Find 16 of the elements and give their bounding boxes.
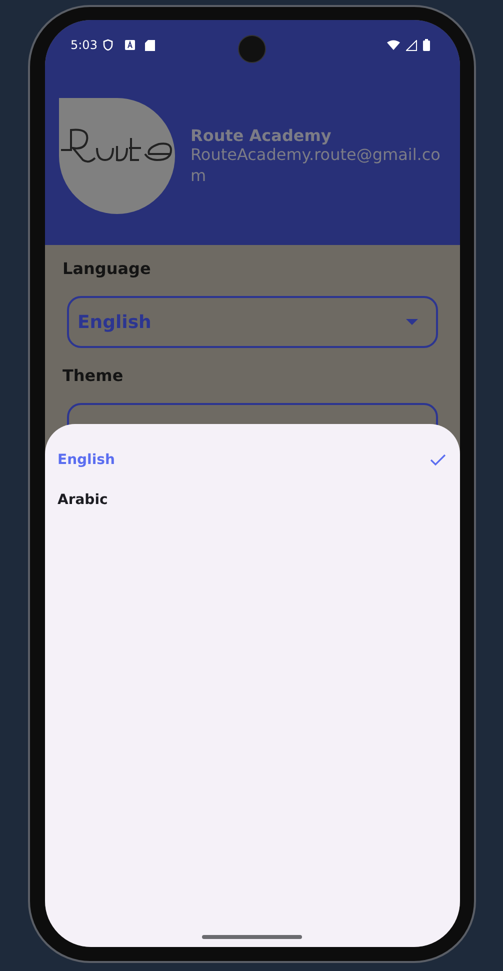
setting-label: Language — [62, 259, 152, 278]
profile-email: RouteAcademy.route@gmail.com — [190, 144, 440, 186]
sd-card-icon — [145, 40, 156, 50]
wifi-icon — [386, 40, 400, 50]
caret-icon — [406, 319, 418, 325]
dropdown[interactable]: English — [66, 296, 438, 348]
battery-icon — [422, 39, 430, 51]
check-icon — [430, 454, 446, 466]
option-item[interactable]: Arabic — [44, 480, 460, 520]
profile-name: Route Academy — [190, 126, 332, 145]
option-item[interactable]: English — [44, 440, 460, 480]
status-time: 5:03 — [70, 38, 98, 52]
shield-icon — [103, 39, 114, 51]
setting-label: Theme — [62, 366, 124, 385]
signal-icon — [406, 40, 416, 50]
app-icon — [125, 40, 136, 50]
